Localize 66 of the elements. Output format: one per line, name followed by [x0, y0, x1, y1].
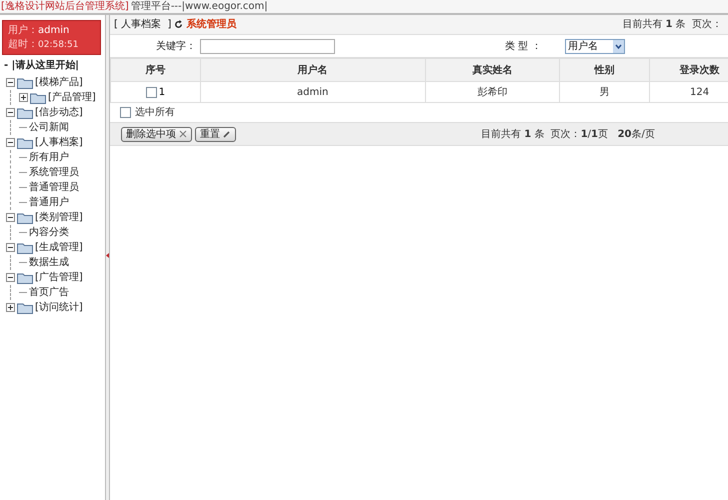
folder-icon [17, 212, 33, 224]
tree-item[interactable]: 普通用户 [29, 195, 69, 210]
record-summary: 目前共有 1 条 页次： [622, 18, 723, 32]
close-icon [179, 130, 187, 138]
tree-folder[interactable]: [访问统计] [35, 300, 83, 315]
tree-folder[interactable]: [类别管理] [35, 210, 83, 225]
checkbox[interactable] [120, 107, 131, 118]
collapse-icon[interactable] [6, 138, 15, 147]
folder-icon [17, 302, 33, 314]
select-all-label[interactable]: 选中所有 [135, 105, 175, 120]
platform-title: 管理平台---|www.eogor.com| [130, 0, 268, 13]
type-label: 类 型 ： [505, 40, 542, 54]
delete-selected-button[interactable]: 删除选中项 [121, 126, 192, 142]
tree-folder[interactable]: [产品管理] [48, 90, 96, 105]
tree-item[interactable]: 普通管理员 [29, 180, 79, 195]
collapse-icon[interactable] [6, 78, 15, 87]
breadcrumb-section[interactable]: [ 人事档案 ] [114, 17, 172, 32]
tree-folder[interactable]: [人事档案] [35, 135, 83, 150]
keyword-field[interactable] [200, 38, 335, 54]
breadcrumb-current: 系统管理员 [186, 18, 236, 32]
collapse-icon[interactable] [6, 273, 15, 282]
collapse-icon[interactable] [6, 108, 15, 117]
tree-folder[interactable]: [广告管理] [35, 270, 83, 285]
folder-icon [17, 106, 33, 118]
pagination-summary: 目前共有 1 条 页次：1/1页 20条/页 [481, 128, 655, 142]
sidebar-heading: - |请从这里开始| [3, 58, 80, 73]
arrow-icon[interactable] [106, 252, 109, 258]
column-header: 登录次数 [650, 58, 728, 82]
row-number: 1 [158, 86, 166, 100]
tree-folder[interactable]: [模梯产品] [35, 75, 83, 90]
reset-button[interactable]: 重置 [195, 126, 236, 142]
tree-item[interactable]: 数据生成 [29, 255, 69, 270]
tree-item[interactable]: 公司新闻 [29, 120, 69, 135]
dropdown-icon[interactable] [613, 40, 624, 52]
table-cell: 男 [560, 82, 650, 102]
tree-folder[interactable]: [信步动态] [35, 105, 83, 120]
folder-icon [17, 242, 33, 254]
user-name: admin [38, 24, 70, 38]
type-select[interactable]: 用户名 [565, 38, 625, 54]
column-header: 性别 [560, 58, 650, 82]
pencil-icon [223, 130, 231, 138]
keyword-label: 关键字： [155, 40, 197, 54]
folder-icon [17, 136, 33, 148]
timeout-value: 02:58:51 [38, 38, 78, 52]
timeout-label: 超时： [8, 38, 38, 52]
collapse-icon[interactable] [6, 243, 15, 252]
column-header: 真实姓名 [425, 58, 560, 82]
table-cell: 彭希印 [425, 82, 560, 102]
checkbox[interactable] [146, 86, 157, 98]
tree-item[interactable]: 所有用户 [29, 150, 69, 165]
tree-item[interactable]: 系统管理员 [29, 165, 79, 180]
refresh-icon [174, 20, 184, 29]
folder-icon [30, 92, 46, 104]
tree-item[interactable]: 首页广告 [29, 285, 69, 300]
folder-icon [17, 76, 33, 88]
system-title: [逸格设计网站后台管理系统] [1, 0, 129, 13]
tree-item[interactable]: 内容分类 [29, 225, 69, 240]
column-header: 用户名 [200, 58, 425, 82]
collapse-icon[interactable] [6, 213, 15, 222]
tree-folder[interactable]: [生成管理] [35, 240, 83, 255]
expand-icon[interactable] [6, 303, 15, 312]
folder-icon [17, 272, 33, 284]
table-cell: admin [200, 82, 425, 102]
expand-icon[interactable] [19, 93, 28, 102]
column-header: 序号 [110, 58, 200, 82]
user-label: 用户： [8, 24, 38, 38]
